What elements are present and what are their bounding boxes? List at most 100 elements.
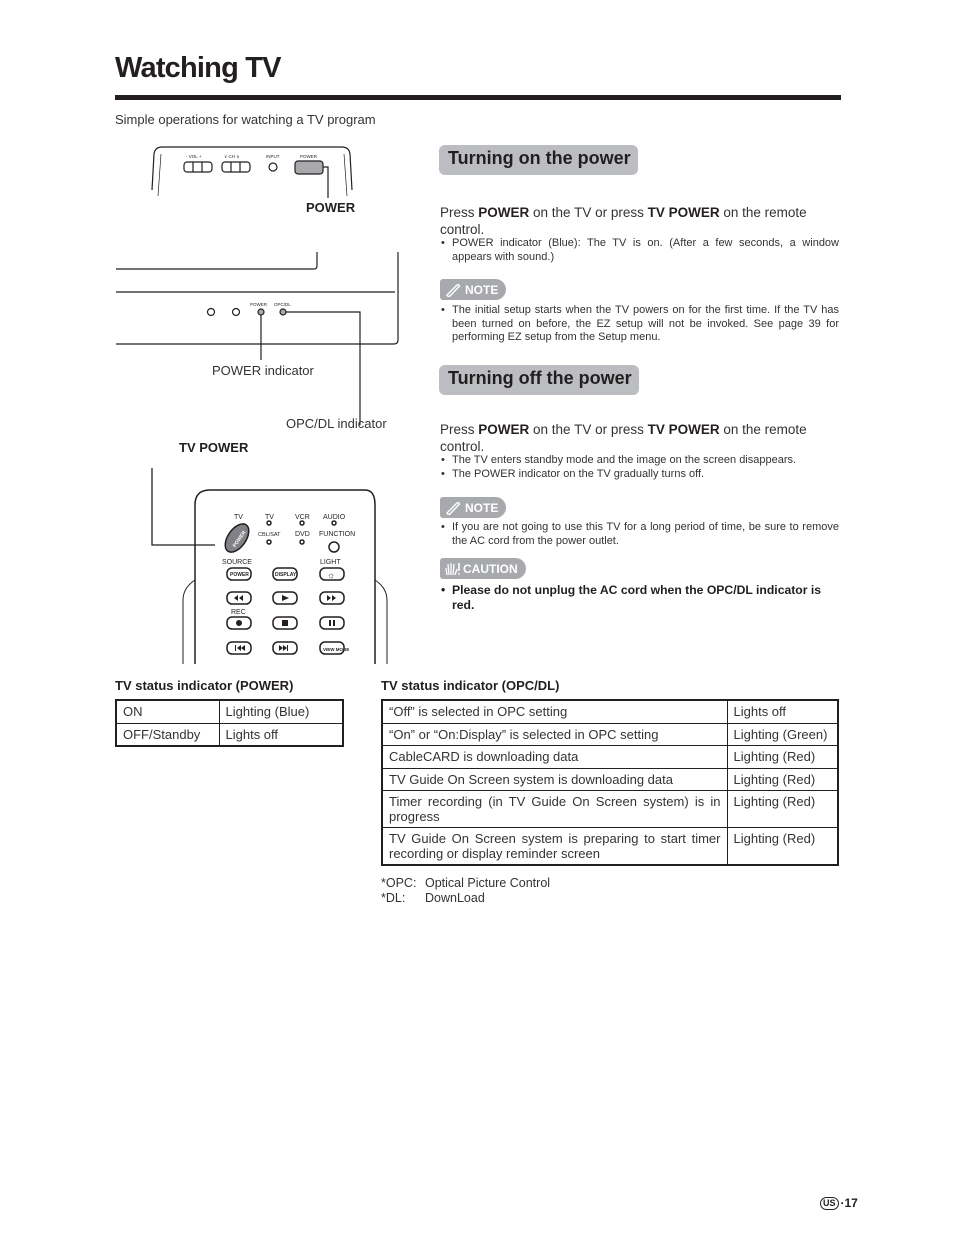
vol-label: - VOL +: [186, 154, 202, 159]
condition-cell: CableCARD is downloading data: [381, 745, 728, 769]
remote-mode-dvd: DVD: [295, 531, 310, 538]
footnote-opc: *OPC: Optical Picture Control: [381, 876, 550, 891]
status-cell: Lighting (Red): [726, 767, 839, 791]
opc-indicator-callout: OPC/DL indicator: [286, 416, 387, 431]
table-row: “On” or “On:Display” is selected in OPC …: [381, 722, 839, 746]
turning-off-heading: Turning off the power: [439, 365, 639, 395]
status-cell: Lighting (Red): [726, 745, 839, 769]
remote-display: DISPLAY: [275, 572, 297, 578]
lead-text: on the TV or press: [529, 205, 648, 220]
note-item: If you are not going to use this TV for …: [440, 521, 839, 548]
turning-off-note-bullets: If you are not going to use this TV for …: [440, 521, 839, 548]
tv-power-callout: TV POWER: [179, 440, 249, 455]
opc-table-title: TV status indicator (OPC/DL): [381, 678, 560, 693]
power-status-table: ON Lighting (Blue) OFF/Standby Lights off: [115, 699, 344, 747]
remote-mode-function: FUNCTION: [319, 531, 355, 538]
title-rule: [115, 95, 841, 100]
ch-label: ∨ CH ∧: [224, 154, 240, 159]
table-row: TV Guide On Screen system is preparing t…: [381, 827, 839, 866]
table-row: “Off” is selected in OPC setting Lights o…: [381, 699, 839, 724]
lead-power: POWER: [478, 422, 530, 437]
condition-cell: ON: [115, 699, 220, 724]
front-power-label: POWER: [250, 302, 268, 307]
page-title: Watching TV: [115, 52, 282, 84]
remote-mode-vcr: VCR: [295, 514, 310, 521]
table-row: ON Lighting (Blue): [115, 699, 344, 724]
lead-tv-power: TV POWER: [647, 205, 720, 220]
status-cell: Lighting (Green): [726, 722, 839, 746]
pencil-note-icon: [444, 282, 462, 298]
note-badge: NOTE: [440, 279, 507, 300]
power-table-title: TV status indicator (POWER): [115, 678, 294, 693]
note-item: The initial setup starts when the TV pow…: [440, 304, 839, 345]
region-badge: US: [820, 1196, 839, 1210]
tv-top-panel: [151, 146, 353, 198]
footnote-dl: *DL: DownLoad: [381, 891, 550, 906]
lead-text: Press: [440, 205, 479, 220]
remote-control: [151, 468, 388, 664]
bullet-item: The TV enters standby mode and the image…: [440, 454, 839, 468]
status-cell: Lights off: [726, 699, 839, 724]
page-number-text: ·17: [840, 1196, 858, 1210]
power-callout: POWER: [306, 200, 356, 215]
tv-front-panel: [116, 252, 399, 425]
footnote-definition: Optical Picture Control: [425, 876, 551, 890]
remote-tv-label: TV: [234, 514, 243, 521]
lead-text: on the TV or press: [529, 422, 648, 437]
footnote-term: *OPC:: [381, 876, 417, 890]
turning-off-lead: Press POWER on the TV or press TV POWER …: [440, 421, 840, 455]
turning-on-note-bullets: The initial setup starts when the TV pow…: [440, 304, 839, 345]
caution-item: Please do not unplug the AC cord when th…: [440, 583, 839, 613]
remote-mode-audio: AUDIO: [323, 514, 346, 521]
status-cell: Lighting (Red): [726, 827, 839, 866]
condition-cell: Timer recording (in TV Guide On Screen s…: [381, 790, 728, 828]
condition-cell: TV Guide On Screen system is downloading…: [381, 767, 728, 791]
power-indicator-callout: POWER indicator: [212, 363, 314, 378]
remote-mode-tv: TV: [265, 514, 274, 521]
turning-on-lead: Press POWER on the TV or press TV POWER …: [440, 204, 840, 238]
table-row: TV Guide On Screen system is downloading…: [381, 767, 839, 791]
page-subtitle: Simple operations for watching a TV prog…: [115, 112, 376, 127]
front-opc-label: OPC/DL: [274, 302, 291, 307]
lead-power: POWER: [478, 205, 530, 220]
turning-on-bullets: POWER indicator (Blue): The TV is on. (A…: [440, 237, 839, 264]
power-top-label: POWER: [300, 154, 318, 159]
note-label: NOTE: [465, 282, 499, 297]
status-cell: Lighting (Red): [726, 790, 839, 828]
remote-source-label: SOURCE: [222, 559, 252, 566]
status-cell: Lighting (Blue): [218, 699, 344, 724]
tv-diagram-art: - VOL + ∨ CH ∧ INPUT POWER POWER OPC/DL: [116, 146, 399, 664]
turning-off-bullets: The TV enters standby mode and the image…: [440, 454, 839, 481]
opc-status-table: “Off” is selected in OPC setting Lights o…: [381, 699, 839, 866]
hand-caution-icon: [443, 561, 463, 577]
footnote-term: *DL:: [381, 890, 406, 905]
status-cell: Lights off: [218, 722, 344, 747]
condition-cell: “On” or “On:Display” is selected in OPC …: [381, 722, 728, 746]
caution-label: CAUTION: [463, 561, 518, 576]
light-icon: ☼: [327, 570, 335, 580]
page-number: US ·17: [820, 1196, 858, 1210]
note-label: NOTE: [465, 500, 499, 515]
remote-light-label: LIGHT: [320, 559, 341, 566]
bullet-item: POWER indicator (Blue): The TV is on. (A…: [440, 237, 839, 264]
tv-diagram: - VOL + ∨ CH ∧ INPUT POWER POWER OPC/DL: [110, 140, 410, 670]
remote-source-power: POWER: [230, 572, 249, 578]
caution-bullets: Please do not unplug the AC cord when th…: [440, 583, 839, 613]
condition-cell: OFF/Standby: [115, 722, 220, 747]
condition-cell: TV Guide On Screen system is preparing t…: [381, 827, 728, 866]
lead-tv-power: TV POWER: [647, 422, 720, 437]
table-row: OFF/Standby Lights off: [115, 722, 344, 747]
remote-rec-label: REC: [231, 609, 246, 616]
lead-text: Press: [440, 422, 479, 437]
turning-on-heading: Turning on the power: [439, 145, 638, 175]
bullet-item: The POWER indicator on the TV gradually …: [440, 468, 839, 482]
pencil-note-icon: [444, 500, 462, 516]
remote-view-mode: VIEW MODE: [323, 647, 349, 652]
remote-mode-cblsat: CBL/SAT: [258, 532, 281, 538]
condition-cell: “Off” is selected in OPC setting: [381, 699, 728, 724]
table-row: CableCARD is downloading data Lighting (R…: [381, 745, 839, 769]
table-row: Timer recording (in TV Guide On Screen s…: [381, 790, 839, 828]
footnotes: *OPC: Optical Picture Control *DL: DownLoa…: [381, 876, 550, 905]
footnote-definition: DownLoad: [425, 890, 485, 905]
note-badge: NOTE: [440, 497, 507, 518]
